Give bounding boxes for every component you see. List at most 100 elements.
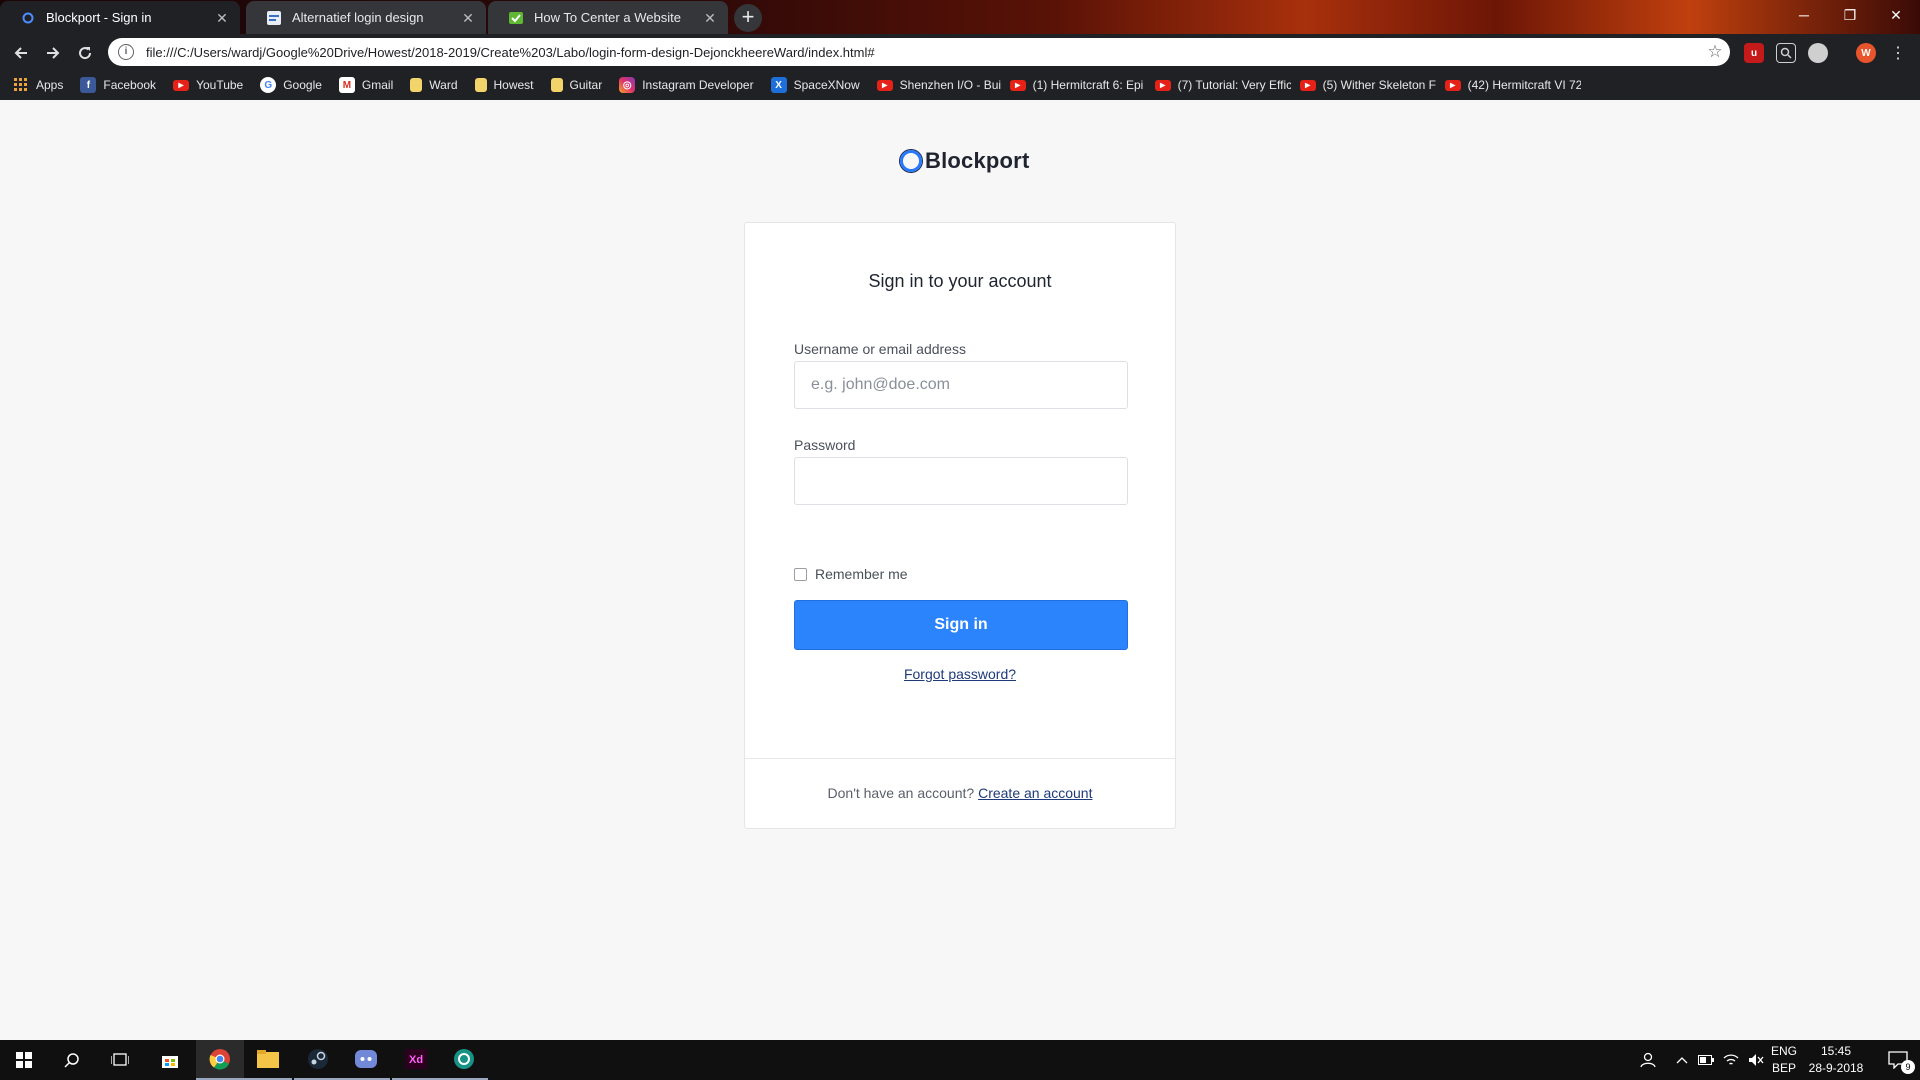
- youtube-icon: ▸: [1009, 79, 1026, 91]
- signup-prompt: Don't have an account? Create an account: [745, 785, 1175, 801]
- bookmark-label: Google: [283, 78, 322, 92]
- password-input[interactable]: [794, 457, 1128, 505]
- file-explorer-icon[interactable]: [244, 1040, 292, 1080]
- folder-icon: [550, 78, 563, 92]
- spacex-icon: X: [770, 77, 787, 93]
- restore-icon[interactable]: ❐: [1827, 0, 1873, 30]
- menu-kebab-icon[interactable]: ⋮: [1886, 41, 1910, 65]
- username-label: Username or email address: [794, 341, 966, 357]
- blockport-logo-icon: [900, 150, 922, 172]
- tab-blockport-sign-in[interactable]: Blockport - Sign in ✕: [0, 1, 240, 34]
- remember-me-checkbox[interactable]: Remember me: [794, 566, 908, 582]
- ublock-extension-icon[interactable]: u: [1744, 43, 1764, 63]
- address-bar[interactable]: i file:///C:/Users/wardj/Google%20Drive/…: [108, 38, 1730, 66]
- task-view-icon[interactable]: [96, 1040, 144, 1080]
- folder-icon: [474, 78, 487, 92]
- folder-icon: [410, 78, 423, 92]
- browser-toolbar: i file:///C:/Users/wardj/Google%20Drive/…: [0, 34, 1920, 70]
- checkbox-icon[interactable]: [794, 567, 807, 581]
- remember-me-label: Remember me: [815, 566, 908, 582]
- bookmark-shenzhen[interactable]: ▸ Shenzhen I/O - Build: [876, 73, 1001, 97]
- zoom-extension-icon[interactable]: [1776, 43, 1796, 63]
- gmail-icon: M: [338, 77, 355, 93]
- system-clock[interactable]: 15:45 28-9-2018: [1800, 1043, 1872, 1077]
- language-code: ENG: [1770, 1044, 1797, 1058]
- chevron-up-icon[interactable]: [1670, 1040, 1694, 1080]
- create-account-link[interactable]: Create an account: [978, 785, 1092, 801]
- bookmark-folder-guitar[interactable]: Guitar: [550, 73, 611, 97]
- bookmarks-bar: Apps f Facebook ▸ YouTube G Google M Gma…: [0, 70, 1920, 100]
- close-window-icon[interactable]: ✕: [1873, 0, 1919, 30]
- tab-title: How To Center a Website: [534, 10, 681, 25]
- gitkraken-icon[interactable]: [440, 1040, 488, 1080]
- tab-title: Alternatief login design: [292, 10, 424, 25]
- bookmark-tutorial[interactable]: ▸ (7) Tutorial: Very Effic: [1154, 73, 1291, 97]
- forward-arrow-icon[interactable]: [41, 41, 65, 65]
- search-icon[interactable]: [48, 1040, 96, 1080]
- bookmark-instagram[interactable]: ◎ Instagram Developer: [619, 73, 761, 97]
- brand-name: Blockport: [925, 148, 1030, 173]
- close-icon[interactable]: ✕: [702, 10, 718, 26]
- bookmark-label: Guitar: [569, 78, 603, 92]
- close-icon[interactable]: ✕: [460, 10, 476, 26]
- page-title: Sign in to your account: [868, 271, 1052, 291]
- bookmark-apps[interactable]: Apps: [13, 73, 71, 97]
- no-account-text: Don't have an account?: [827, 785, 975, 801]
- bookmark-folder-howest[interactable]: Howest: [474, 73, 542, 97]
- back-arrow-icon[interactable]: [9, 41, 33, 65]
- new-tab-button[interactable]: +: [734, 4, 762, 32]
- youtube-icon: ▸: [173, 79, 190, 91]
- extension-icon[interactable]: [1808, 43, 1828, 63]
- people-icon[interactable]: [1636, 1040, 1660, 1080]
- info-icon[interactable]: i: [118, 44, 134, 60]
- clock-time: 15:45: [1820, 1044, 1852, 1058]
- card-divider: [745, 758, 1175, 759]
- close-icon[interactable]: ✕: [214, 10, 230, 26]
- brand-logo: Blockport: [900, 148, 1029, 174]
- notifications-icon[interactable]: 9: [1878, 1040, 1918, 1080]
- clock-date: 28-9-2018: [1808, 1061, 1864, 1075]
- store-icon[interactable]: [146, 1040, 194, 1080]
- instagram-icon: ◎: [619, 77, 636, 93]
- bookmark-gmail[interactable]: M Gmail: [338, 73, 401, 97]
- windows-taskbar: Xd ENG BEP 15:45 28-9-2018 9: [0, 1040, 1920, 1080]
- bookmark-label: Ward: [429, 78, 458, 92]
- youtube-icon: ▸: [1154, 79, 1171, 91]
- bookmark-google[interactable]: G Google: [260, 73, 330, 97]
- volume-muted-icon[interactable]: [1744, 1040, 1768, 1080]
- bookmark-youtube[interactable]: ▸ YouTube: [173, 73, 251, 97]
- bookmark-folder-ward[interactable]: Ward: [410, 73, 465, 97]
- bookmark-wither-skeleton[interactable]: ▸ (5) Wither Skeleton F: [1299, 73, 1436, 97]
- input-language[interactable]: ENG BEP: [1768, 1043, 1800, 1077]
- reload-icon[interactable]: [73, 41, 97, 65]
- google-icon: G: [260, 77, 277, 93]
- wifi-icon[interactable]: [1719, 1040, 1743, 1080]
- bookmark-hermitcraft-42[interactable]: ▸ (42) Hermitcraft VI 72: [1444, 73, 1581, 97]
- steam-icon[interactable]: [294, 1040, 342, 1080]
- tab-how-to-center[interactable]: How To Center a Website ✕: [488, 1, 728, 34]
- bookmark-label: YouTube: [196, 78, 244, 92]
- adobe-xd-icon[interactable]: Xd: [392, 1040, 440, 1080]
- bookmark-label: Howest: [493, 78, 534, 92]
- tab-title: Blockport - Sign in: [46, 10, 152, 25]
- svg-text:Xd: Xd: [409, 1054, 423, 1066]
- bookmark-facebook[interactable]: f Facebook: [80, 73, 164, 97]
- minimize-icon[interactable]: ─: [1781, 0, 1827, 30]
- forgot-password-link[interactable]: Forgot password?: [904, 666, 1016, 682]
- battery-icon[interactable]: [1694, 1040, 1718, 1080]
- tab-alternatief-login-design[interactable]: Alternatief login design ✕: [246, 1, 486, 34]
- apps-grid-icon: [13, 77, 29, 93]
- site-favicon-icon: [508, 10, 524, 26]
- bookmark-star-icon[interactable]: ☆: [1700, 42, 1730, 62]
- username-input[interactable]: [794, 361, 1128, 409]
- bookmark-label: (42) Hermitcraft VI 72: [1467, 78, 1581, 92]
- sign-in-button[interactable]: Sign in: [794, 600, 1128, 650]
- profile-avatar[interactable]: W: [1856, 43, 1876, 63]
- windows-start-icon[interactable]: [0, 1040, 48, 1080]
- bookmark-spacexnow[interactable]: X SpaceXNow: [770, 73, 868, 97]
- chrome-icon[interactable]: [196, 1040, 244, 1080]
- bookmark-hermitcraft-1[interactable]: ▸ (1) Hermitcraft 6: Epi: [1009, 73, 1146, 97]
- notification-count-badge: 9: [1901, 1060, 1915, 1074]
- youtube-icon: ▸: [876, 79, 893, 91]
- discord-icon[interactable]: [342, 1040, 390, 1080]
